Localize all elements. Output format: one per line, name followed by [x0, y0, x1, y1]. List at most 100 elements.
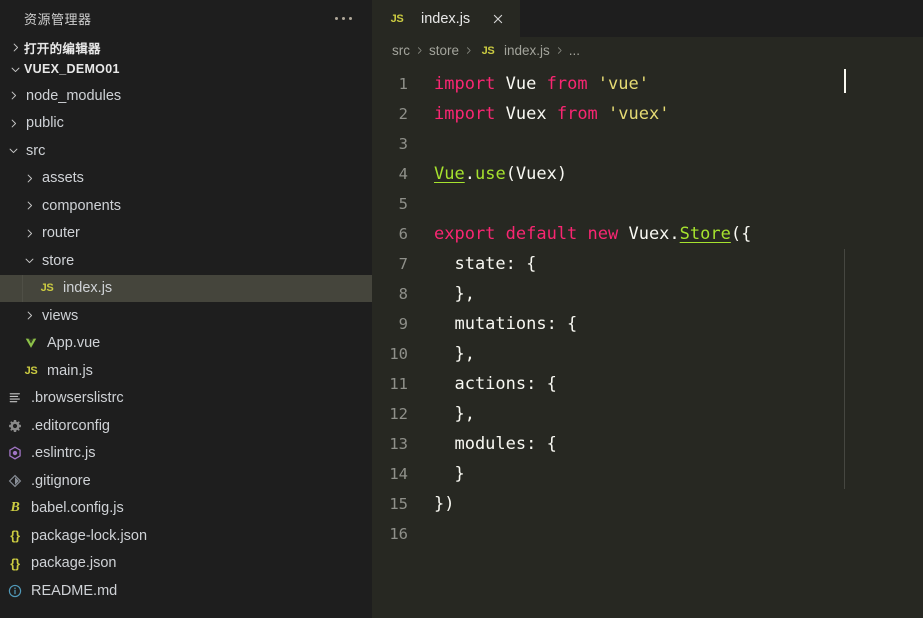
- code-token: Vuex.: [628, 224, 680, 244]
- tree-file-.eslintrc.js[interactable]: .eslintrc.js: [0, 440, 372, 468]
- code-line: 13 modules: {: [372, 429, 923, 459]
- breadcrumb-item[interactable]: store: [429, 43, 459, 58]
- code-line: 14 }: [372, 459, 923, 489]
- json-icon: {}: [10, 555, 20, 571]
- line-number: 4: [398, 165, 408, 183]
- code-line: 8 },: [372, 279, 923, 309]
- tree-folder-public[interactable]: public: [0, 110, 372, 138]
- tree-file-package-lock.json[interactable]: {} package-lock.json: [0, 522, 372, 550]
- tree-item-label: .eslintrc.js: [31, 445, 96, 462]
- breadcrumb-item[interactable]: index.js: [504, 43, 550, 58]
- editor-tab-index.js[interactable]: JS index.js: [372, 0, 520, 37]
- code-token: use: [474, 164, 506, 184]
- code-line: 2 import Vuex from 'vuex': [372, 99, 923, 129]
- code-text: export default new Vuex.Store({: [434, 224, 751, 244]
- tree-file-.browserslistrc[interactable]: .browserslistrc: [0, 385, 372, 413]
- tree-file-.gitignore[interactable]: .gitignore: [0, 467, 372, 495]
- tree-item-label: .editorconfig: [31, 417, 110, 434]
- code-token: },: [434, 344, 475, 364]
- tree-file-babel.config.js[interactable]: Bbabel.config.js: [0, 495, 372, 523]
- section-label: VUEX_DEMO01: [24, 62, 120, 76]
- vscode-window: 资源管理器 打开的编辑器 VUEX_DEMO01 node_modulespubl…: [0, 0, 923, 618]
- tree-item-label: package.json: [31, 555, 117, 572]
- line-number: 9: [398, 315, 408, 333]
- chevron-right-icon: [6, 38, 24, 56]
- tree-file-README.md[interactable]: README.md: [0, 577, 372, 605]
- code-text: actions: {: [434, 374, 556, 394]
- chevron-right-icon: [4, 114, 22, 132]
- breadcrumb-separator-icon: [415, 46, 424, 55]
- tree-file-main.js[interactable]: JS main.js: [0, 357, 372, 385]
- tree-file-.editorconfig[interactable]: .editorconfig: [0, 412, 372, 440]
- js-file-icon: JS: [481, 44, 495, 57]
- code-text: },: [434, 404, 475, 424]
- code-line: 5: [372, 189, 923, 219]
- code-token: ({: [730, 224, 752, 244]
- code-token: Store: [679, 224, 731, 244]
- more-actions-icon[interactable]: [331, 13, 356, 24]
- chevron-right-icon: [20, 169, 38, 187]
- tree-folder-router[interactable]: router: [0, 220, 372, 248]
- tree-folder-assets[interactable]: assets: [0, 165, 372, 193]
- code-text: },: [434, 284, 475, 304]
- tree-item-label: README.md: [31, 582, 118, 599]
- tree-item-label: store: [42, 252, 75, 269]
- code-line: 9 mutations: {: [372, 309, 923, 339]
- tree-item-label: public: [26, 115, 64, 132]
- tree-file-package.json[interactable]: {} package.json: [0, 550, 372, 578]
- readme-info-icon: [4, 582, 26, 600]
- tree-item-label: node_modules: [26, 87, 122, 104]
- js-file-icon: JS: [40, 282, 54, 295]
- line-number: 8: [398, 285, 408, 303]
- code-line: 1 import Vue from 'vue': [372, 69, 923, 99]
- line-number: 7: [398, 255, 408, 273]
- tree-file-App.vue[interactable]: App.vue: [0, 330, 372, 358]
- js-file-icon: JS: [24, 364, 38, 377]
- explorer-section-workspace[interactable]: VUEX_DEMO01: [0, 58, 372, 80]
- line-number: 10: [389, 345, 408, 363]
- tree-item-label: .gitignore: [31, 472, 91, 489]
- code-token: Vuex: [505, 104, 557, 124]
- code-editor[interactable]: 1 import Vue from 'vue' 2 import Vuex from …: [372, 64, 923, 618]
- breadcrumb-item[interactable]: src: [392, 43, 410, 58]
- code-text: }): [434, 494, 454, 514]
- tree-file-index.js[interactable]: JS index.js: [0, 274, 372, 302]
- tree-folder-components[interactable]: components: [0, 192, 372, 220]
- code-token: },: [434, 284, 475, 304]
- breadcrumb-item[interactable]: ...: [569, 43, 580, 58]
- chevron-down-icon: [4, 142, 22, 160]
- code-token: from: [556, 104, 609, 124]
- explorer-header: 资源管理器: [0, 0, 372, 36]
- code-token: },: [434, 404, 475, 424]
- tree-folder-src[interactable]: src: [0, 137, 372, 165]
- gear-icon: [4, 417, 26, 435]
- tree-folder-store[interactable]: store: [0, 247, 372, 275]
- code-text: Vue.use(Vuex): [434, 164, 567, 184]
- tree-item-label: .browserslistrc: [31, 390, 124, 407]
- tab-label: index.js: [421, 10, 471, 27]
- babel-icon: B: [10, 500, 20, 516]
- tree-folder-node_modules[interactable]: node_modules: [0, 82, 372, 110]
- close-icon[interactable]: [488, 9, 508, 29]
- line-number: 6: [398, 225, 408, 243]
- code-token: Vue: [505, 74, 547, 94]
- line-number: 13: [389, 435, 408, 453]
- code-token: from: [546, 74, 598, 94]
- code-line: 6 export default new Vuex.Store({: [372, 219, 923, 249]
- line-number: 16: [389, 525, 408, 543]
- breadcrumb-separator-icon: [555, 46, 564, 55]
- code-line: 3: [372, 129, 923, 159]
- code-line: 4 Vue.use(Vuex): [372, 159, 923, 189]
- code-token: }: [434, 464, 465, 484]
- line-number: 11: [389, 375, 408, 393]
- tree-folder-views[interactable]: views: [0, 302, 372, 330]
- explorer-title: 资源管理器: [24, 11, 92, 27]
- tree-item-label: router: [42, 225, 80, 242]
- explorer-section-open-editors[interactable]: 打开的编辑器: [0, 36, 372, 58]
- tree-indent-guide: [22, 274, 23, 302]
- chevron-down-icon: [20, 252, 38, 270]
- code-token: 'vuex': [608, 104, 670, 124]
- line-number: 3: [398, 135, 408, 153]
- line-number: 2: [398, 105, 408, 123]
- code-token: import: [434, 104, 506, 124]
